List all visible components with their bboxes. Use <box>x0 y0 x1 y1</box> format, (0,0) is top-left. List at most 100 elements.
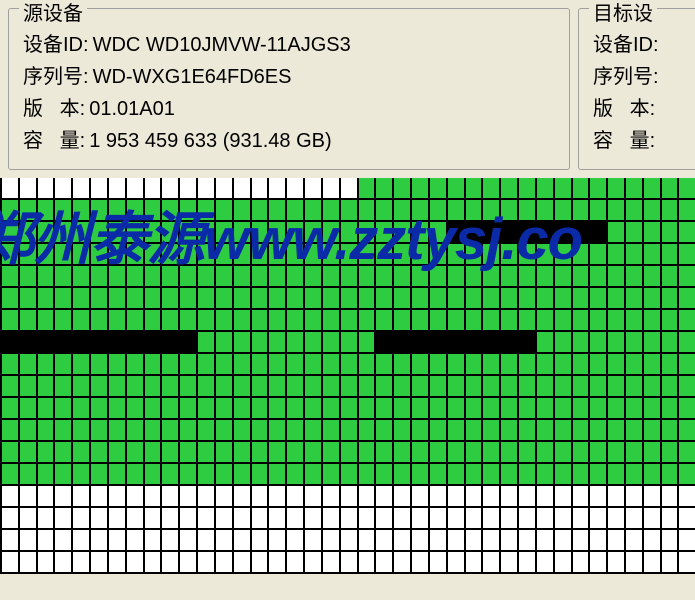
sector-cell <box>588 552 606 574</box>
sector-cell <box>232 200 250 222</box>
sector-cell <box>267 398 285 420</box>
sector-cell <box>178 508 196 530</box>
sector-cell <box>606 310 624 332</box>
sector-cell <box>125 552 143 574</box>
sector-cell <box>71 464 89 486</box>
sector-cell <box>410 464 428 486</box>
sector-cell <box>374 486 392 508</box>
sector-cell <box>178 530 196 552</box>
sector-cell <box>677 376 695 398</box>
sector-cell <box>571 332 589 354</box>
source-version-row: 版 本: 01.01A01 <box>23 95 555 123</box>
sector-cell <box>571 464 589 486</box>
sector-cell <box>571 552 589 574</box>
sector-cell <box>89 288 107 310</box>
sector-cell <box>107 222 125 244</box>
sector-cell <box>160 486 178 508</box>
sector-cell <box>339 332 357 354</box>
serial-label: 序列号: <box>593 63 659 91</box>
sector-row <box>0 508 695 530</box>
sector-cell <box>125 420 143 442</box>
sector-cell <box>624 464 642 486</box>
sector-cell <box>588 244 606 266</box>
sector-cell <box>553 332 571 354</box>
device-id-label: 设备ID: <box>23 31 89 59</box>
sector-cell <box>392 464 410 486</box>
sector-cell <box>446 486 464 508</box>
sector-cell <box>0 442 18 464</box>
sector-cell <box>71 288 89 310</box>
sector-cell <box>160 332 178 354</box>
sector-cell <box>321 486 339 508</box>
sector-cell <box>232 288 250 310</box>
sector-cell <box>517 288 535 310</box>
sector-cell <box>125 266 143 288</box>
sector-cell <box>285 398 303 420</box>
sector-cell <box>71 178 89 200</box>
sector-cell <box>517 200 535 222</box>
sector-cell <box>374 376 392 398</box>
sector-cell <box>71 222 89 244</box>
sector-cell <box>321 464 339 486</box>
sector-cell <box>374 266 392 288</box>
sector-cell <box>53 200 71 222</box>
sector-cell <box>178 222 196 244</box>
sector-cell <box>357 200 375 222</box>
capacity-value: 1 953 459 633 (931.48 GB) <box>89 127 331 155</box>
sector-cell <box>357 332 375 354</box>
sector-cell <box>285 178 303 200</box>
sector-cell <box>571 508 589 530</box>
sector-cell <box>36 420 54 442</box>
sector-cell <box>517 178 535 200</box>
sector-cell <box>535 398 553 420</box>
sector-cell <box>642 398 660 420</box>
sector-cell <box>481 552 499 574</box>
sector-cell <box>481 508 499 530</box>
sector-cell <box>18 332 36 354</box>
sector-cell <box>499 310 517 332</box>
sector-cell <box>660 398 678 420</box>
sector-cell <box>18 420 36 442</box>
sector-cell <box>499 354 517 376</box>
sector-cell <box>285 200 303 222</box>
sector-cell <box>357 376 375 398</box>
sector-cell <box>71 420 89 442</box>
sector-cell <box>160 244 178 266</box>
sector-cell <box>553 508 571 530</box>
sector-cell <box>267 464 285 486</box>
sector-cell <box>428 354 446 376</box>
sector-cell <box>660 266 678 288</box>
sector-cell <box>374 442 392 464</box>
sector-cell <box>339 442 357 464</box>
sector-cell <box>624 530 642 552</box>
sector-cell <box>53 354 71 376</box>
sector-cell <box>36 200 54 222</box>
sector-cell <box>143 244 161 266</box>
sector-cell <box>535 530 553 552</box>
sector-cell <box>410 288 428 310</box>
sector-cell <box>321 552 339 574</box>
sector-cell <box>0 310 18 332</box>
sector-cell <box>125 310 143 332</box>
sector-cell <box>107 508 125 530</box>
sector-cell <box>0 376 18 398</box>
sector-cell <box>232 508 250 530</box>
sector-cell <box>71 442 89 464</box>
sector-cell <box>499 398 517 420</box>
sector-cell <box>303 398 321 420</box>
sector-cell <box>588 420 606 442</box>
sector-cell <box>410 332 428 354</box>
sector-cell <box>143 310 161 332</box>
sector-cell <box>125 464 143 486</box>
sector-cell <box>606 244 624 266</box>
sector-cell <box>36 442 54 464</box>
sector-cell <box>410 530 428 552</box>
sector-cell <box>517 266 535 288</box>
sector-cell <box>571 420 589 442</box>
sector-cell <box>303 244 321 266</box>
sector-cell <box>464 200 482 222</box>
sector-row <box>0 288 695 310</box>
sector-cell <box>267 266 285 288</box>
sector-cell <box>660 288 678 310</box>
sector-cell <box>606 288 624 310</box>
